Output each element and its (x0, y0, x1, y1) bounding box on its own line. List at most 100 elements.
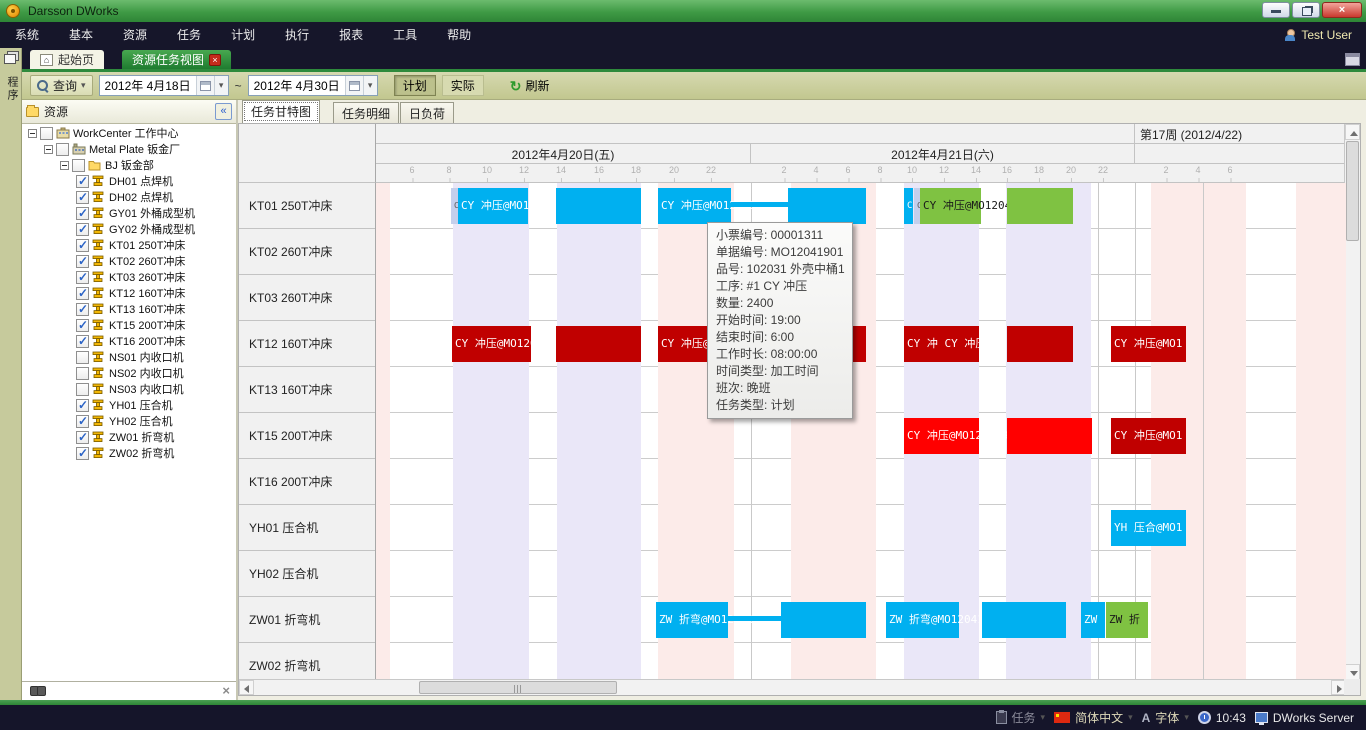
tree-checkbox[interactable] (76, 399, 89, 412)
tree-item[interactable]: WorkCenter 工作中心 (22, 125, 236, 141)
tree-item[interactable]: KT03 260T冲床 (22, 269, 236, 285)
tab-close-icon[interactable] (209, 54, 221, 66)
tab-home[interactable]: 起始页 (30, 50, 104, 69)
date-to-calendar-button[interactable] (345, 76, 363, 95)
task-bar[interactable]: CY 冲压@MO12041901 (658, 188, 731, 224)
task-bar[interactable] (788, 188, 866, 224)
window-list-icon[interactable] (1345, 53, 1360, 66)
tab-resource-task-view[interactable]: 资源任务视图 (122, 50, 231, 69)
tree-checkbox[interactable] (76, 367, 89, 380)
status-font-menu[interactable]: 字体 (1142, 709, 1189, 726)
find-close-icon[interactable] (222, 683, 230, 698)
actual-toggle-button[interactable]: 实际 (442, 75, 484, 96)
menu-item[interactable]: 资源 (108, 22, 162, 48)
scroll-up-button[interactable] (1345, 124, 1360, 140)
scroll-down-button[interactable] (1345, 664, 1360, 680)
date-from-dropdown[interactable] (214, 76, 228, 95)
task-bar[interactable]: CY 冲压@MO12041902 (920, 188, 981, 224)
task-bar[interactable]: ZW 折弯@MO12041901 (656, 602, 728, 638)
tree-checkbox[interactable] (76, 255, 89, 268)
task-bar[interactable]: YH 压合@MO1 (1111, 510, 1186, 546)
menu-item[interactable]: 基本 (54, 22, 108, 48)
task-bar[interactable]: CY 冲压@MO12041901 (458, 188, 528, 224)
task-bar[interactable]: ZW 折 (1106, 602, 1148, 638)
tree-checkbox[interactable] (76, 271, 89, 284)
task-bar[interactable] (781, 602, 866, 638)
tree-checkbox[interactable] (76, 223, 89, 236)
tree-checkbox[interactable] (76, 303, 89, 316)
tree-item[interactable]: GY02 外桶成型机 (22, 221, 236, 237)
date-to-field[interactable]: 2012年 4月30日 (248, 75, 378, 96)
menu-item[interactable]: 帮助 (432, 22, 486, 48)
task-bar[interactable] (1007, 188, 1073, 224)
tree-item[interactable]: ZW01 折弯机 (22, 429, 236, 445)
tree-checkbox[interactable] (76, 175, 89, 188)
tree-checkbox[interactable] (76, 207, 89, 220)
task-bar[interactable]: CY 冲压@MO12041904 (452, 326, 531, 362)
search-button[interactable]: 查询 (30, 75, 93, 96)
tab-gantt-chart[interactable]: 任务甘特图 (242, 100, 320, 123)
menu-item[interactable]: 工具 (378, 22, 432, 48)
refresh-button[interactable]: 刷新 (504, 75, 556, 96)
task-bar[interactable]: C (904, 188, 913, 224)
task-bar[interactable] (982, 602, 1066, 638)
menu-item[interactable]: 系统 (0, 22, 54, 48)
task-bar[interactable]: CY 冲压@MO1 (1111, 418, 1186, 454)
tree-checkbox[interactable] (76, 351, 89, 364)
close-button[interactable]: × (1322, 2, 1362, 18)
tree-item[interactable]: NS02 内收口机 (22, 365, 236, 381)
date-from-field[interactable]: 2012年 4月18日 (99, 75, 229, 96)
task-bar[interactable]: ZW 折弯@MO12041901 (886, 602, 959, 638)
user-box[interactable]: Test User (1284, 22, 1352, 48)
tree-checkbox[interactable] (76, 431, 89, 444)
tree-item[interactable]: YH01 压合机 (22, 397, 236, 413)
tree-item[interactable]: DH01 点焊机 (22, 173, 236, 189)
tree-checkbox[interactable] (72, 159, 85, 172)
task-bar[interactable] (556, 326, 641, 362)
task-bar[interactable]: ZW (1081, 602, 1105, 638)
tree-item[interactable]: KT13 160T冲床 (22, 301, 236, 317)
tree-item[interactable]: KT02 260T冲床 (22, 253, 236, 269)
tree-expander-icon[interactable] (44, 145, 53, 154)
tree-item[interactable]: KT01 250T冲床 (22, 237, 236, 253)
tree-item[interactable]: NS01 内收口机 (22, 349, 236, 365)
plan-toggle-button[interactable]: 计划 (394, 75, 436, 96)
tree-expander-icon[interactable] (60, 161, 69, 170)
tree-checkbox[interactable] (76, 335, 89, 348)
task-bar[interactable] (1007, 418, 1092, 454)
tree-item[interactable]: DH02 点焊机 (22, 189, 236, 205)
program-vertical-tab[interactable]: 程序 (4, 76, 20, 102)
date-from-calendar-button[interactable] (196, 76, 214, 95)
task-bar[interactable] (1007, 326, 1073, 362)
collapse-panel-button[interactable] (215, 103, 232, 120)
date-to-value[interactable]: 2012年 4月30日 (249, 77, 345, 94)
tree-checkbox[interactable] (76, 239, 89, 252)
tree-item[interactable]: KT12 160T冲床 (22, 285, 236, 301)
tree-item[interactable]: YH02 压合机 (22, 413, 236, 429)
tab-task-detail[interactable]: 任务明细 (333, 102, 399, 123)
tree-item[interactable]: NS03 内收口机 (22, 381, 236, 397)
horizontal-scrollbar[interactable] (239, 679, 1346, 695)
task-bar[interactable]: CY 冲 CY 冲压@MO12041904 (904, 326, 979, 362)
tree-item[interactable]: GY01 外桶成型机 (22, 205, 236, 221)
tree-item[interactable]: KT15 200T冲床 (22, 317, 236, 333)
menu-item[interactable]: 报表 (324, 22, 378, 48)
status-task-menu[interactable]: 任务 (996, 709, 1046, 726)
minimize-button[interactable] (1262, 2, 1290, 18)
vertical-scrollbar[interactable] (1344, 124, 1360, 680)
date-from-value[interactable]: 2012年 4月18日 (100, 77, 196, 94)
task-bar[interactable] (728, 616, 781, 621)
horizontal-scroll-thumb[interactable] (419, 681, 617, 694)
status-language-menu[interactable]: 简体中文 (1054, 709, 1133, 726)
vertical-scroll-thumb[interactable] (1346, 141, 1359, 241)
menu-item[interactable]: 计划 (216, 22, 270, 48)
tree-checkbox[interactable] (76, 287, 89, 300)
tree-item[interactable]: KT16 200T冲床 (22, 333, 236, 349)
tree-checkbox[interactable] (76, 383, 89, 396)
tree-item[interactable]: Metal Plate 钣金厂 (22, 141, 236, 157)
menu-item[interactable]: 执行 (270, 22, 324, 48)
scroll-left-button[interactable] (239, 680, 254, 695)
task-bar[interactable] (556, 188, 641, 224)
tree-expander-icon[interactable] (28, 129, 37, 138)
task-bar[interactable] (731, 202, 788, 207)
